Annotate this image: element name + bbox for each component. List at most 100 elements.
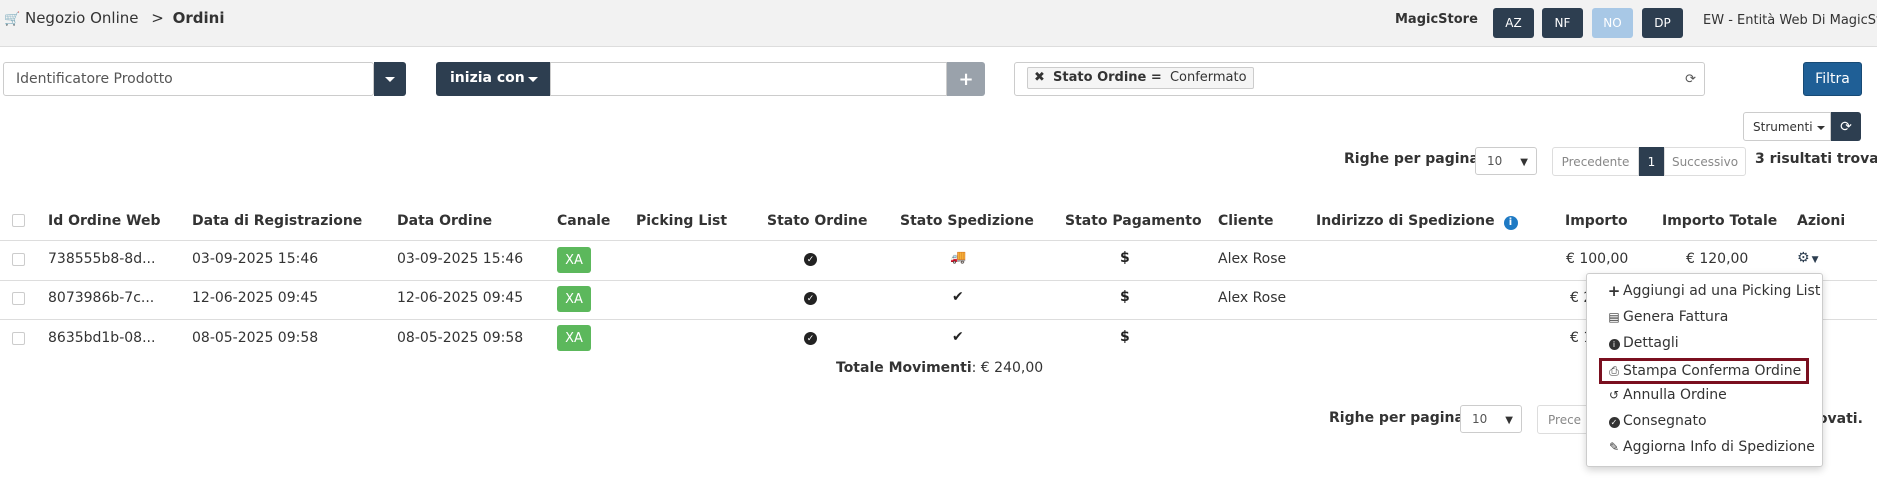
order-date: 12-06-2025 09:45 bbox=[397, 290, 524, 306]
header-stato-pagamento[interactable]: Stato Pagamento bbox=[1065, 213, 1202, 229]
breadcrumb-home[interactable]: Negozio Online bbox=[25, 9, 139, 27]
info-circle-icon: i bbox=[1607, 336, 1621, 350]
refresh-icon[interactable]: ⟳ bbox=[1685, 72, 1696, 87]
info-icon[interactable]: i bbox=[1503, 216, 1518, 230]
check-icon: ✔ bbox=[952, 289, 964, 305]
filter-value-input[interactable] bbox=[550, 62, 947, 96]
header-picking-list[interactable]: Picking List bbox=[636, 213, 727, 229]
row-checkbox[interactable] bbox=[12, 332, 25, 345]
menu-item-label: Aggiungi ad una Picking List bbox=[1623, 283, 1821, 299]
order-id[interactable]: 738555b8-8d... bbox=[48, 251, 155, 267]
customer-name: Alex Rose bbox=[1218, 251, 1287, 267]
header-indirizzo-spedizione[interactable]: Indirizzo di Spedizione i bbox=[1316, 213, 1518, 230]
total-amount: € 120,00 bbox=[1686, 251, 1749, 267]
order-date: 08-05-2025 09:58 bbox=[397, 330, 524, 346]
caret-down-icon: ▼ bbox=[1811, 255, 1819, 265]
dollar-icon: $ bbox=[1120, 289, 1130, 305]
header-cliente[interactable]: Cliente bbox=[1218, 213, 1274, 229]
check-icon: ✔ bbox=[952, 329, 964, 345]
caret-down-icon bbox=[1817, 126, 1825, 130]
refresh-button[interactable]: ⟳ bbox=[1831, 112, 1861, 141]
filter-field-value: Identificatore Prodotto bbox=[16, 71, 173, 87]
top-bar: 🛒 Negozio Online > Ordini MagicStore AZ … bbox=[0, 0, 1877, 47]
breadcrumb-current: Ordini bbox=[172, 9, 225, 27]
header-azioni: Azioni bbox=[1797, 213, 1846, 229]
check-circle-icon: ✓ bbox=[1607, 414, 1621, 428]
plus-icon: + bbox=[958, 68, 974, 90]
menu-item-label: Genera Fattura bbox=[1623, 309, 1729, 325]
menu-item-add-picking-list[interactable]: + Aggiungi ad una Picking List bbox=[1587, 278, 1822, 304]
filter-button[interactable]: Filtra bbox=[1803, 62, 1862, 96]
actions-gear-icon[interactable]: ⚙ ▼ bbox=[1797, 250, 1818, 266]
channel-badge: XA bbox=[557, 286, 591, 312]
caret-down-icon bbox=[528, 77, 538, 82]
menu-item-generate-invoice[interactable]: ▤ Genera Fattura bbox=[1587, 304, 1822, 330]
store-name: MagicStore bbox=[1395, 12, 1478, 27]
operator-dropdown[interactable]: inizia con bbox=[436, 62, 550, 96]
header-data-ordine[interactable]: Data Ordine bbox=[397, 213, 492, 229]
menu-item-details[interactable]: i Dettagli bbox=[1587, 330, 1822, 356]
add-filter-button[interactable]: + bbox=[947, 62, 985, 96]
registration-date: 08-05-2025 09:58 bbox=[192, 330, 319, 346]
order-id[interactable]: 8635bd1b-08... bbox=[48, 330, 155, 346]
check-circle-icon: ✓ bbox=[804, 332, 817, 345]
print-icon: ⎙ bbox=[1609, 363, 1619, 378]
amount: € 100,00 bbox=[1566, 251, 1629, 267]
header-divider bbox=[0, 240, 1877, 241]
tools-dropdown[interactable]: Strumenti bbox=[1743, 112, 1831, 141]
check-circle-icon: ✓ bbox=[804, 253, 817, 266]
menu-item-label: Consegnato bbox=[1623, 413, 1707, 429]
row-checkbox[interactable] bbox=[12, 292, 25, 305]
rows-per-page-value: 10 bbox=[1472, 412, 1488, 426]
previous-page-button[interactable]: Precedente bbox=[1552, 147, 1639, 176]
refresh-icon: ⟳ bbox=[1840, 118, 1852, 135]
select-all-checkbox[interactable] bbox=[12, 214, 25, 227]
header-id-ordine-web[interactable]: Id Ordine Web bbox=[48, 213, 161, 229]
row-checkbox[interactable] bbox=[12, 253, 25, 266]
menu-item-cancel-order[interactable]: ↺ Annulla Ordine bbox=[1587, 382, 1822, 408]
filter-tag-value: Confermato bbox=[1169, 70, 1247, 85]
caret-down-icon bbox=[385, 77, 395, 82]
no-button[interactable]: NO bbox=[1592, 8, 1633, 38]
az-button[interactable]: AZ bbox=[1493, 8, 1534, 38]
header-data-registrazione[interactable]: Data di Registrazione bbox=[192, 213, 362, 229]
header-stato-spedizione[interactable]: Stato Spedizione bbox=[900, 213, 1034, 229]
chevron-down-icon: ▼ bbox=[1520, 157, 1528, 168]
order-date: 03-09-2025 15:46 bbox=[397, 251, 524, 267]
header-stato-ordine[interactable]: Stato Ordine bbox=[767, 213, 868, 229]
page-1-button[interactable]: 1 bbox=[1639, 147, 1664, 176]
entity-label[interactable]: EW - Entità Web Di MagicStore bbox=[1703, 13, 1877, 28]
channel-badge: XA bbox=[557, 325, 591, 351]
filter-field-dropdown-button[interactable] bbox=[374, 62, 406, 96]
rows-per-page-select[interactable]: 10 ▼ bbox=[1460, 405, 1522, 433]
check-circle-icon: ✓ bbox=[804, 292, 817, 305]
operator-label: inizia con bbox=[450, 70, 525, 86]
menu-item-print-order-confirmation[interactable]: ⎙ Stampa Conferma Ordine bbox=[1599, 358, 1809, 384]
header-importo-totale[interactable]: Importo Totale bbox=[1662, 213, 1777, 229]
filter-tag-field: Stato Ordine = bbox=[1053, 70, 1162, 85]
next-page-button[interactable]: Successivo bbox=[1664, 147, 1746, 176]
pencil-icon: ✎ bbox=[1608, 440, 1620, 454]
dp-button[interactable]: DP bbox=[1642, 8, 1683, 38]
filter-field-select[interactable]: Identificatore Prodotto bbox=[3, 62, 374, 96]
total-movements-label: Totale Movimenti bbox=[836, 360, 972, 376]
chevron-down-icon: ▼ bbox=[1505, 415, 1513, 426]
header-canale[interactable]: Canale bbox=[557, 213, 610, 229]
menu-item-update-shipping-info[interactable]: ✎ Aggiorna Info di Spedizione bbox=[1587, 434, 1822, 460]
menu-item-label: Stampa Conferma Ordine bbox=[1623, 363, 1802, 379]
total-movements: Totale Movimenti: € 240,00 bbox=[836, 360, 1043, 376]
order-id[interactable]: 8073986b-7c... bbox=[48, 290, 154, 306]
remove-tag-icon[interactable]: ✖ bbox=[1034, 70, 1045, 85]
dollar-icon: $ bbox=[1120, 329, 1130, 345]
cart-icon: 🛒 bbox=[4, 12, 21, 27]
total-movements-value: : € 240,00 bbox=[971, 360, 1044, 376]
nf-button[interactable]: NF bbox=[1542, 8, 1583, 38]
registration-date: 03-09-2025 15:46 bbox=[192, 251, 319, 267]
filter-tag: ✖ Stato Ordine = Confermato bbox=[1027, 67, 1254, 89]
tools-label: Strumenti bbox=[1753, 119, 1813, 134]
plus-icon: + bbox=[1607, 282, 1621, 300]
rows-per-page-select[interactable]: 10 ▼ bbox=[1475, 147, 1537, 175]
menu-item-delivered[interactable]: ✓ Consegnato bbox=[1587, 408, 1822, 434]
file-pdf-icon: ▤ bbox=[1608, 310, 1620, 324]
header-importo[interactable]: Importo bbox=[1565, 213, 1628, 229]
